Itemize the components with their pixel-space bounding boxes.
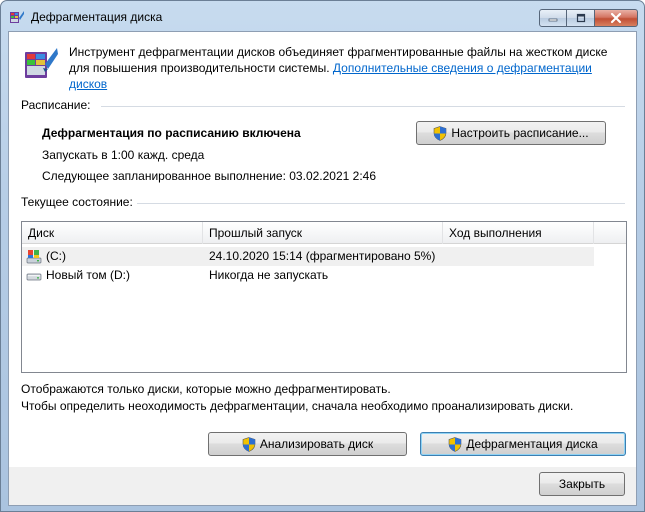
configure-schedule-label: Настроить расписание... <box>451 126 589 140</box>
close-icon <box>610 12 622 24</box>
current-status-divider <box>137 203 625 204</box>
disk-last-run: Никогда не запускать <box>209 268 329 282</box>
schedule-next-run: Следующее запланированное выполнение: 03… <box>42 169 377 183</box>
defrag-app-icon <box>10 11 24 23</box>
maximize-button[interactable] <box>567 9 595 27</box>
disk-name: (C:) <box>46 249 66 263</box>
analyze-disk-label: Анализировать диск <box>259 437 374 451</box>
note-line-2: Чтобы определить неоходимость дефрагмент… <box>21 399 574 413</box>
disk-list[interactable]: Диск Прошлый запуск Ход выполнения (C:) … <box>21 221 627 373</box>
window-title: Дефрагментация диска <box>31 10 163 24</box>
title-bar[interactable]: Дефрагментация диска <box>1 1 644 31</box>
defragment-disk-button[interactable]: Дефрагментация диска <box>420 432 626 456</box>
column-last-run[interactable]: Прошлый запуск <box>203 222 443 244</box>
minimize-icon <box>548 18 558 22</box>
window-client-area: Инструмент дефрагментации дисков объедин… <box>8 31 637 506</box>
disk-name: Новый том (D:) <box>46 268 130 282</box>
hard-drive-icon <box>26 273 42 281</box>
column-disk[interactable]: Диск <box>22 222 203 244</box>
column-progress[interactable]: Ход выполнения <box>443 222 594 244</box>
close-window-button[interactable] <box>595 9 638 27</box>
analyze-disk-button[interactable]: Анализировать диск <box>208 432 407 456</box>
system-drive-icon <box>26 250 42 264</box>
defrag-window: Дефрагментация диска Инструмент дефрагме… <box>0 0 645 512</box>
disk-row-c[interactable]: (C:) 24.10.2020 15:14 (фрагментировано 5… <box>22 247 594 266</box>
uac-shield-icon <box>449 436 462 452</box>
content-panel: Инструмент дефрагментации дисков объедин… <box>9 32 636 467</box>
schedule-divider <box>101 106 625 107</box>
disk-list-header: Диск Прошлый запуск Ход выполнения <box>22 222 626 244</box>
close-button[interactable]: Закрыть <box>539 472 625 496</box>
schedule-run-time: Запускать в 1:00 кажд. среда <box>42 148 205 162</box>
maximize-icon <box>576 13 585 23</box>
minimize-button[interactable] <box>539 9 567 27</box>
schedule-status: Дефрагментация по расписанию включена <box>42 126 301 140</box>
defrag-large-icon <box>25 48 58 78</box>
disk-last-run: 24.10.2020 15:14 (фрагментировано 5%) <box>209 249 436 263</box>
close-button-label: Закрыть <box>558 477 606 491</box>
uac-shield-icon <box>434 125 447 141</box>
disk-row-d[interactable]: Новый том (D:) Никогда не запускать <box>22 266 594 285</box>
uac-shield-icon <box>242 436 256 452</box>
note-line-1: Отображаются только диски, которые можно… <box>21 382 391 396</box>
current-status-section-label: Текущее состояние: <box>21 195 133 209</box>
configure-schedule-button[interactable]: Настроить расписание... <box>416 121 606 145</box>
defragment-disk-label: Дефрагментация диска <box>466 437 598 451</box>
intro-description: Инструмент дефрагментации дисков объедин… <box>69 44 629 92</box>
schedule-section-label: Расписание: <box>21 98 91 112</box>
